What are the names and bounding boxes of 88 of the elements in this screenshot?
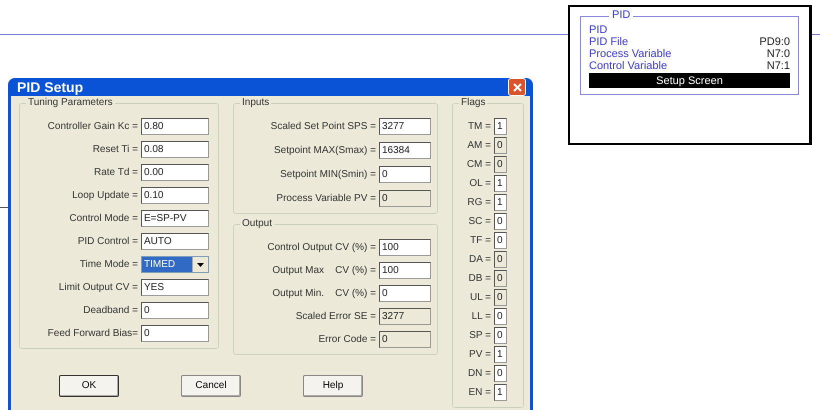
block-title: PID xyxy=(609,9,634,21)
parameter-value: N7:1 xyxy=(766,60,790,72)
parameter-label: PID xyxy=(589,24,608,36)
input-field[interactable]: 0.00 xyxy=(141,164,209,181)
input-field[interactable]: 0 xyxy=(379,190,431,207)
parameter-value: PD9:0 xyxy=(759,36,790,48)
field-label: SP = xyxy=(468,330,491,341)
input-field[interactable]: 3277 xyxy=(379,118,431,135)
field-label: DA = xyxy=(468,254,491,265)
input-field[interactable]: 0 xyxy=(379,166,431,183)
input-field[interactable]: 3277 xyxy=(379,308,431,325)
input-field[interactable]: 0 xyxy=(494,365,507,382)
input-field[interactable]: 1 xyxy=(494,194,507,211)
input-field[interactable]: 0.80 xyxy=(141,118,209,135)
field-label: TF = xyxy=(469,235,491,246)
field-label: Controller Gain Kc = xyxy=(46,121,138,132)
input-field[interactable]: 0 xyxy=(141,325,209,342)
field-label: Loop Update = xyxy=(71,190,138,201)
field-label: RG = xyxy=(466,197,491,208)
input-field[interactable]: 1 xyxy=(494,118,507,135)
input-field[interactable]: YES xyxy=(141,279,209,296)
dialog-button[interactable]: Help xyxy=(303,374,363,396)
field-label: DN = xyxy=(466,368,491,379)
caret-icon xyxy=(197,262,204,266)
field-label: PV = xyxy=(468,349,491,360)
window-title: PID Setup xyxy=(17,79,84,95)
group-title: Output xyxy=(240,218,274,229)
input-field[interactable]: 0 xyxy=(141,302,209,319)
field-label: LL = xyxy=(470,311,491,322)
field-label: Setpoint MAX(Smax) = xyxy=(273,145,376,156)
field-label: PID Control = xyxy=(76,236,138,247)
input-field[interactable]: 1 xyxy=(494,384,507,401)
input-field[interactable]: 0 xyxy=(494,327,507,344)
dialog-button[interactable]: Cancel xyxy=(181,374,241,396)
input-field[interactable]: 0 xyxy=(379,331,431,348)
setup-screen-button[interactable]: Setup Screen xyxy=(589,73,790,88)
input-field[interactable]: 0 xyxy=(494,137,507,154)
input-field[interactable]: 100 xyxy=(379,262,431,279)
input-field[interactable]: 0 xyxy=(494,270,507,287)
group-title: Tuning Parameters xyxy=(26,97,115,108)
input-field[interactable]: E=SP-PV xyxy=(141,210,209,227)
field-label: Reset Ti = xyxy=(92,144,138,155)
input-field[interactable]: 0.08 xyxy=(141,141,209,158)
field-label: TM = xyxy=(466,121,491,132)
input-field[interactable]: 1 xyxy=(494,175,507,192)
parameter-label: Process Variable xyxy=(589,48,672,60)
field-label: Feed Forward Bias= xyxy=(46,328,138,339)
field-label: Time Mode = xyxy=(78,259,138,270)
input-field[interactable]: 0 xyxy=(379,285,431,302)
input-field[interactable]: 0 xyxy=(494,213,507,230)
field-label: Process Variable PV = xyxy=(275,193,376,204)
input-field[interactable]: AUTO xyxy=(141,233,209,250)
dropdown-field[interactable]: TIMED xyxy=(141,256,209,273)
field-label: Output Max CV (%) = xyxy=(271,265,376,276)
field-label: Rate Td = xyxy=(92,167,138,178)
field-label: UL = xyxy=(468,292,491,303)
field-label: Output Min. CV (%) = xyxy=(271,288,376,299)
input-field[interactable]: 0 xyxy=(494,289,507,306)
field-label: Scaled Set Point SPS = xyxy=(270,121,376,132)
field-label: Limit Output CV = xyxy=(58,282,138,293)
parameter-value: N7:0 xyxy=(766,48,790,60)
field-label: AM = xyxy=(466,140,491,151)
input-field[interactable]: 1 xyxy=(494,346,507,363)
field-label: Deadband = xyxy=(82,305,138,316)
field-label: Control Output CV (%) = xyxy=(266,242,376,253)
close-icon xyxy=(512,82,522,92)
dialog-button[interactable]: OK xyxy=(59,374,119,396)
input-field[interactable]: 100 xyxy=(379,239,431,256)
field-label: EN = xyxy=(467,387,491,398)
field-label: Error Code = xyxy=(317,334,376,345)
field-label: Setpoint MIN(Smin) = xyxy=(279,169,376,180)
parameter-label: Control Variable xyxy=(589,60,668,72)
input-field[interactable]: 0 xyxy=(494,308,507,325)
input-field[interactable]: 0 xyxy=(494,156,507,173)
group-title: Flags xyxy=(459,97,488,108)
field-label: Scaled Error SE = xyxy=(294,311,376,322)
group-title: Inputs xyxy=(240,97,272,108)
field-label: CM = xyxy=(466,159,491,170)
field-label: OL = xyxy=(468,178,491,189)
input-field[interactable]: 0.10 xyxy=(141,187,209,204)
field-label: Control Mode = xyxy=(68,213,138,224)
input-field[interactable]: 16384 xyxy=(379,142,431,159)
parameter-label: PID File xyxy=(589,36,628,48)
field-label: DB = xyxy=(467,273,491,284)
input-field[interactable]: 0 xyxy=(494,251,507,268)
field-label: SC = xyxy=(467,216,491,227)
input-field[interactable]: 0 xyxy=(494,232,507,249)
close-button[interactable] xyxy=(508,78,526,96)
